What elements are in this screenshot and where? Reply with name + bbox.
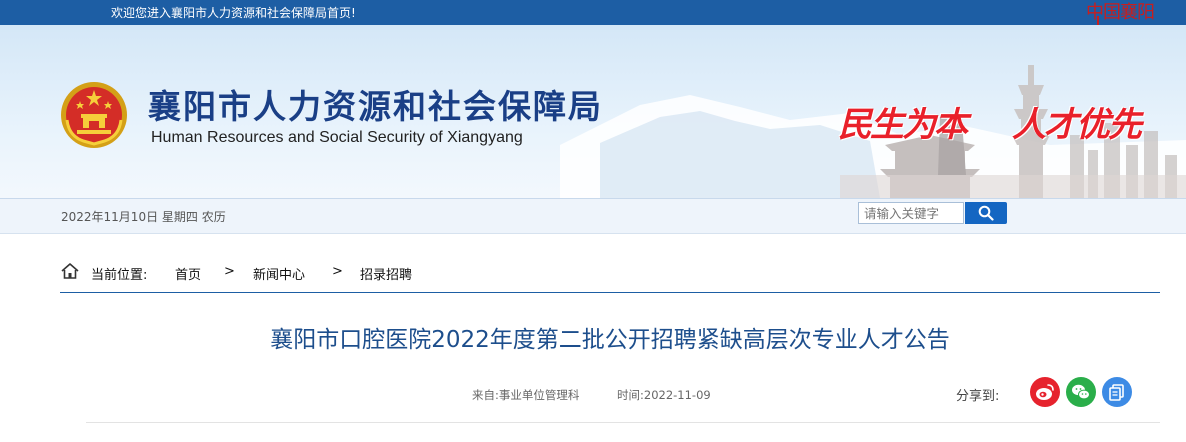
search-icon: [978, 205, 994, 221]
wechat-icon: [1072, 384, 1090, 400]
breadcrumb-divider: [60, 292, 1160, 293]
date-search-bar: 2022年11月10日 星期四 农历: [0, 198, 1186, 234]
article-source: 来自:事业单位管理科: [472, 388, 580, 402]
site-banner: 襄阳市人力资源和社会保障局 Human Resources and Social…: [0, 25, 1186, 198]
search-input[interactable]: [858, 202, 964, 224]
article-title: 襄阳市口腔医院2022年度第二批公开招聘紧缺高层次专业人才公告: [270, 327, 950, 353]
weibo-icon: [1036, 384, 1054, 400]
slogan-left: 民生为本: [838, 105, 968, 145]
welcome-text: 欢迎您进入襄阳市人力资源和社会保障局首页!: [111, 6, 356, 20]
share-wechat-button[interactable]: [1066, 377, 1096, 407]
breadcrumb-home-link[interactable]: 首页: [175, 264, 201, 283]
breadcrumb-separator: >: [332, 264, 343, 279]
share-weibo-button[interactable]: [1030, 377, 1060, 407]
article-time: 时间:2022-11-09: [617, 388, 711, 402]
share-label: 分享到:: [956, 389, 1000, 404]
copy-icon: [1109, 384, 1124, 401]
site-subtitle: Human Resources and Social Security of X…: [151, 129, 523, 146]
slogan-right: 人才优先: [1012, 105, 1142, 145]
breadcrumb-recruitment-link[interactable]: 招录招聘: [360, 264, 412, 283]
share-copy-button[interactable]: [1102, 377, 1132, 407]
top-bar: 欢迎您进入襄阳市人力资源和社会保障局首页! 中国襄阳: [0, 0, 1186, 46]
home-icon: [61, 263, 79, 279]
search-button[interactable]: [965, 202, 1007, 224]
content-divider: [86, 422, 1160, 423]
current-date: 2022年11月10日 星期四 农历: [61, 210, 226, 224]
breadcrumb-label: 当前位置:: [91, 268, 148, 283]
site-title: 襄阳市人力资源和社会保障局: [148, 87, 603, 126]
breadcrumb-separator: >: [224, 264, 235, 279]
breadcrumb-news-link[interactable]: 新闻中心: [253, 264, 305, 283]
national-emblem-icon: [61, 82, 127, 148]
